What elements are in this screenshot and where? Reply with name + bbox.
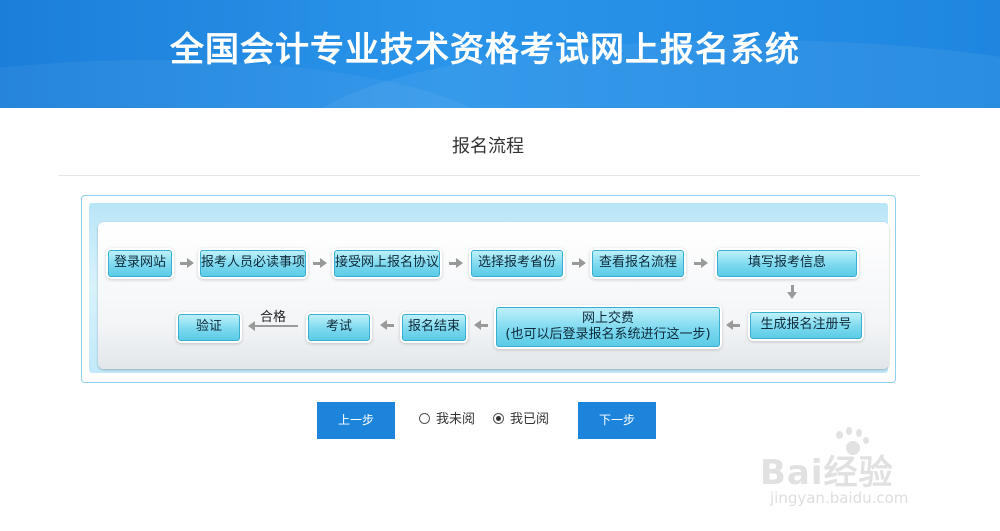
arrow-left-icon: [726, 320, 740, 330]
arrow-right-icon: [694, 258, 708, 268]
step-online-payment: 网上交费 (也可以后登录报名系统进行这一步): [496, 307, 720, 347]
arrow-left-icon: [380, 320, 394, 330]
step-login: 登录网站: [108, 250, 172, 277]
flow-panel: 登录网站 报考人员必读事项 接受网上报名协议 选择报考省份 查看报名流程 填写报…: [98, 222, 889, 369]
flow-diagram: 登录网站 报考人员必读事项 接受网上报名协议 选择报考省份 查看报名流程 填写报…: [81, 195, 896, 383]
arrow-right-icon: [180, 258, 194, 268]
arrow-right-icon: [313, 258, 327, 268]
arrow-left-icon: [474, 320, 488, 330]
radio-unread[interactable]: 我未阅: [419, 410, 475, 430]
step-select-province: 选择报考省份: [471, 250, 563, 277]
radio-read-label: 我已阅: [510, 412, 550, 427]
step-verify: 验证: [178, 314, 240, 341]
step-read-notice: 报考人员必读事项: [200, 250, 306, 277]
radio-circle-icon[interactable]: [419, 413, 430, 424]
page-title: 全国会计专业技术资格考试网上报名系统: [170, 30, 800, 70]
step-view-process: 查看报名流程: [592, 250, 684, 277]
step-generate-register-no: 生成报名注册号: [750, 312, 862, 339]
prev-button[interactable]: 上一步: [317, 402, 395, 439]
header-banner: 全国会计专业技术资格考试网上报名系统: [0, 0, 1000, 108]
watermark-url: jingyan.baidu.com: [770, 489, 909, 507]
divider: [58, 175, 920, 176]
payment-note: (也可以后登录报名系统进行这一步): [505, 327, 711, 342]
radio-checked-icon[interactable]: [493, 413, 504, 424]
watermark: Bai经验 jingyan.baidu.com: [760, 425, 960, 515]
arrow-left-icon: [248, 321, 298, 331]
step-registration-end: 报名结束: [402, 314, 466, 341]
step-exam: 考试: [308, 314, 370, 341]
payment-title: 网上交费: [581, 311, 634, 326]
arrow-down-icon: [787, 285, 797, 299]
next-button[interactable]: 下一步: [578, 402, 656, 439]
step-fill-info: 填写报考信息: [717, 250, 857, 277]
watermark-brand: Bai经验: [760, 453, 894, 493]
radio-read[interactable]: 我已阅: [493, 410, 549, 430]
flow-background: 登录网站 报考人员必读事项 接受网上报名协议 选择报考省份 查看报名流程 填写报…: [89, 203, 889, 373]
arrow-right-icon: [449, 258, 463, 268]
pass-label: 合格: [260, 310, 287, 325]
section-title: 报名流程: [452, 136, 524, 157]
radio-unread-label: 我未阅: [436, 412, 476, 427]
arrow-right-icon: [572, 258, 586, 268]
step-accept-agreement: 接受网上报名协议: [334, 250, 440, 277]
